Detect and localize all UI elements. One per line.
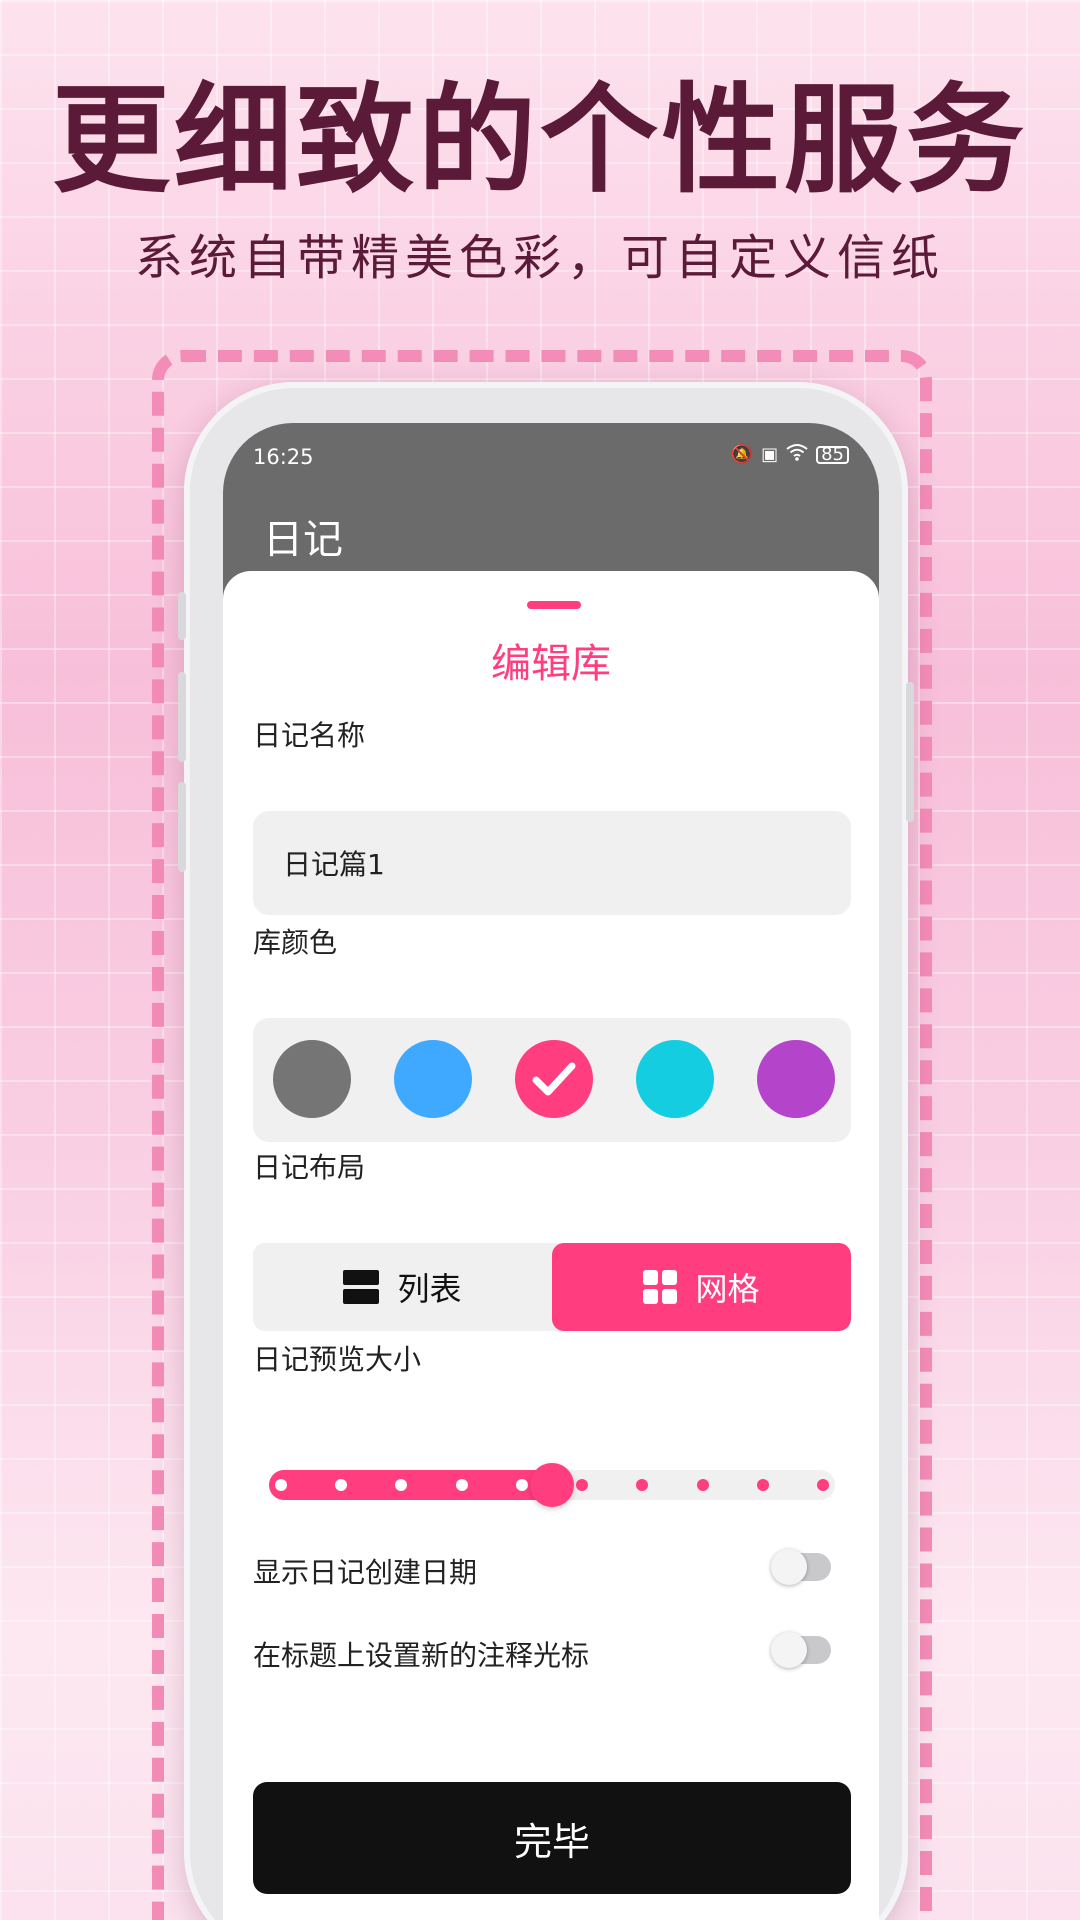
edit-library-sheet: 编辑库 日记名称 库颜色 日记布局 列表	[223, 571, 879, 1920]
slider-tick	[515, 1479, 528, 1491]
toggle-label-note-cursor: 在标题上设置新的注释光标	[253, 1639, 590, 1672]
phone-side-button	[178, 592, 186, 640]
toggle-show-date[interactable]	[771, 1549, 831, 1585]
layout-grid-button[interactable]: 网格	[552, 1243, 851, 1331]
phone-mockup: 16:25 🔕 ▣ 85 日记 编辑库 日记名称 库颜色	[178, 382, 914, 1920]
app-title: 日记	[263, 517, 343, 563]
preview-size-slider[interactable]	[269, 1463, 835, 1507]
grid-icon	[643, 1270, 678, 1304]
slider-tick	[455, 1479, 468, 1491]
slider-tick	[756, 1479, 769, 1491]
toggle-row-show-date[interactable]: 显示日记创建日期	[253, 1543, 851, 1593]
battery-icon: 85	[816, 445, 849, 464]
color-swatch-cyan[interactable]	[636, 1040, 714, 1118]
check-icon	[532, 1062, 576, 1096]
toggle-row-note-cursor[interactable]: 在标题上设置新的注释光标	[253, 1626, 851, 1676]
status-time: 16:25	[253, 445, 314, 469]
layout-segmented-control: 列表 网格	[253, 1243, 851, 1331]
sheet-title: 编辑库	[491, 641, 611, 687]
toggle-knob	[771, 1632, 807, 1668]
phone-side-button	[178, 672, 186, 762]
headline: 更细致的个性服务	[51, 71, 1028, 209]
list-icon	[343, 1270, 380, 1304]
bell-off-icon: 🔕	[730, 444, 754, 465]
slider-tick	[817, 1479, 829, 1491]
sheet-drag-handle[interactable]	[527, 601, 581, 609]
done-button[interactable]: 完毕	[253, 1782, 851, 1894]
preview-size-label: 日记预览大小	[253, 1343, 422, 1376]
slider-tick	[696, 1479, 709, 1491]
diary-layout-label: 日记布局	[253, 1151, 366, 1184]
layout-list-button[interactable]: 列表	[253, 1243, 552, 1331]
layout-list-label: 列表	[397, 1270, 462, 1308]
toggle-note-cursor[interactable]	[771, 1632, 831, 1668]
slider-tick	[275, 1479, 287, 1491]
status-icons: 🔕 ▣ 85	[731, 443, 849, 466]
toggle-knob	[771, 1549, 807, 1585]
diary-name-label: 日记名称	[253, 719, 366, 752]
layout-grid-label: 网格	[695, 1270, 760, 1308]
sim-off-icon: ▣	[761, 444, 779, 465]
color-swatch-purple[interactable]	[757, 1040, 835, 1118]
color-picker	[253, 1018, 851, 1142]
subheadline: 系统自带精美色彩，可自定义信纸	[134, 230, 945, 286]
slider-fill	[269, 1470, 552, 1500]
color-swatch-gray[interactable]	[273, 1040, 351, 1118]
phone-side-button	[906, 682, 914, 822]
slider-thumb[interactable]	[530, 1463, 574, 1507]
phone-side-button	[178, 782, 186, 872]
slider-tick	[576, 1479, 589, 1491]
color-swatch-pink-selected[interactable]	[515, 1040, 593, 1118]
phone-screen: 16:25 🔕 ▣ 85 日记 编辑库 日记名称 库颜色	[223, 423, 879, 1920]
status-bar: 16:25 🔕 ▣ 85	[223, 423, 879, 483]
toggle-label-show-date: 显示日记创建日期	[253, 1556, 478, 1589]
color-swatch-blue[interactable]	[394, 1040, 472, 1118]
library-color-label: 库颜色	[253, 926, 338, 959]
diary-name-input[interactable]	[253, 811, 851, 915]
wifi-icon	[786, 443, 808, 466]
